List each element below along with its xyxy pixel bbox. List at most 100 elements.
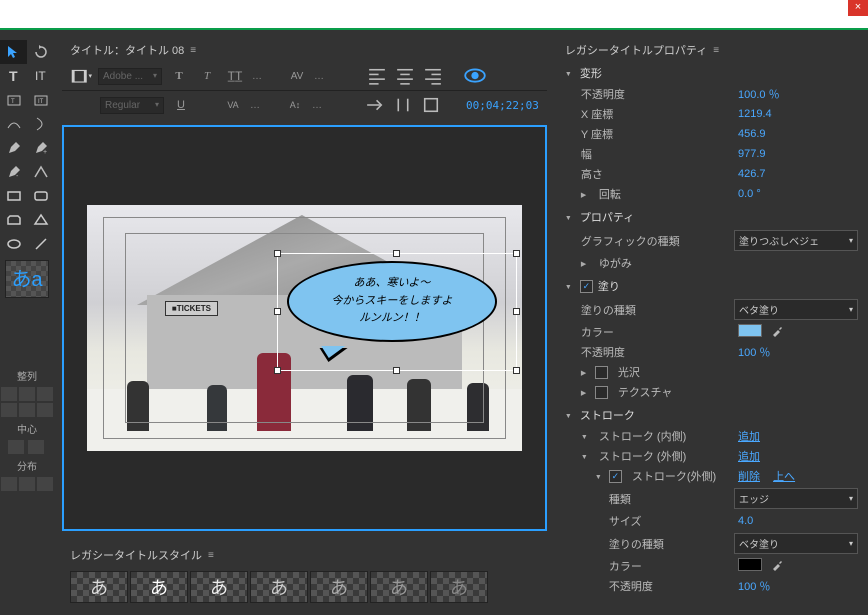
align-right[interactable] [37, 387, 53, 401]
align-hcenter[interactable] [19, 387, 35, 401]
style-thumb[interactable]: あ [370, 571, 428, 603]
italic-button[interactable]: T [196, 66, 218, 86]
clipped-rectangle-tool[interactable] [0, 208, 27, 232]
handle-ml[interactable] [274, 308, 281, 315]
xpos-value[interactable]: 1219.4 [738, 108, 858, 120]
ypos-value[interactable]: 456.9 [738, 128, 858, 140]
stroke-opacity-value[interactable]: 100 ％ [738, 578, 858, 594]
delete-stroke-link[interactable]: 削除 [738, 471, 760, 483]
bold-button[interactable]: T [168, 66, 190, 86]
move-up-stroke-link[interactable]: 上へ [773, 471, 795, 483]
align-vcenter[interactable] [19, 403, 35, 417]
leading-button[interactable]: VA [222, 95, 244, 115]
styles-menu-icon[interactable]: ≡ [208, 550, 214, 561]
graphic-type-select[interactable]: 塗りつぶしベジェ▾ [734, 230, 858, 251]
style-thumb[interactable]: あ [70, 571, 128, 603]
rotate-tool[interactable] [27, 40, 54, 64]
chevron-down-icon[interactable] [595, 472, 605, 481]
props-menu-icon[interactable]: ≡ [713, 45, 719, 56]
font-size-button[interactable]: T̲T̲ [224, 66, 246, 86]
add-anchor-tool[interactable]: + [27, 136, 54, 160]
add-inner-stroke-link[interactable]: 追加 [738, 431, 760, 443]
align-left[interactable] [1, 387, 17, 401]
canvas-viewport[interactable]: ■TICKETS ああ、寒いよ～ 今からスキーをしますよ ルンルン！！ [62, 125, 547, 531]
path-text-tool[interactable] [0, 112, 27, 136]
align-center-button[interactable] [394, 66, 416, 86]
delete-anchor-tool[interactable]: - [0, 160, 27, 184]
line-tool[interactable] [27, 232, 54, 256]
style-thumb[interactable]: あ [310, 571, 368, 603]
ellipse-tool[interactable] [0, 232, 27, 256]
rotation-value[interactable]: 0.0 ° [738, 188, 858, 200]
tab-button-2[interactable] [392, 95, 414, 115]
selection-bounds[interactable] [277, 253, 517, 371]
texture-checkbox[interactable] [595, 386, 608, 399]
selection-tool[interactable] [0, 40, 27, 64]
area-text-tool[interactable]: T [0, 88, 27, 112]
font-style-select[interactable]: Regular ▾ [100, 97, 164, 114]
fill-type-select[interactable]: ベタ塗り▾ [734, 299, 858, 320]
handle-bl[interactable] [274, 367, 281, 374]
eyedropper-icon[interactable] [771, 328, 783, 340]
handle-br[interactable] [513, 367, 520, 374]
height-value[interactable]: 426.7 [738, 168, 858, 180]
v-path-text-tool[interactable] [27, 112, 54, 136]
show-video-button[interactable] [464, 66, 486, 86]
handle-mr[interactable] [513, 308, 520, 315]
chevron-right-icon[interactable] [581, 368, 591, 377]
horizontal-text-tool[interactable]: T [0, 64, 27, 88]
close-button[interactable]: × [848, 0, 868, 16]
kerning-field[interactable]: … [314, 71, 342, 82]
chevron-right-icon[interactable] [581, 259, 591, 268]
align-left-button[interactable] [366, 66, 388, 86]
font-size-field[interactable]: … [252, 71, 280, 82]
handle-bm[interactable] [393, 367, 400, 374]
width-value[interactable]: 977.9 [738, 148, 858, 160]
fill-opacity-value[interactable]: 100 ％ [738, 344, 858, 360]
tab-button-3[interactable] [420, 95, 442, 115]
handle-tm[interactable] [393, 250, 400, 257]
stroke-outer-checkbox[interactable]: ✓ [609, 470, 622, 483]
dist-2[interactable] [19, 477, 35, 491]
chevron-right-icon[interactable] [581, 190, 591, 199]
rectangle-tool[interactable] [0, 184, 27, 208]
property-section-header[interactable]: プロパティ [565, 206, 858, 228]
eyedropper-icon[interactable] [771, 562, 783, 574]
vertical-text-tool[interactable]: IT [27, 64, 54, 88]
stroke-section-header[interactable]: ストローク [565, 404, 858, 426]
current-style-preview[interactable]: あa [5, 260, 49, 298]
tracking-field[interactable]: … [312, 100, 340, 111]
convert-anchor-tool[interactable] [27, 160, 54, 184]
tracking-button[interactable]: A↕ [284, 95, 306, 115]
vertical-area-text-tool[interactable]: IT [27, 88, 54, 112]
title-canvas[interactable]: ■TICKETS ああ、寒いよ～ 今からスキーをしますよ ルンルン！！ [87, 205, 522, 451]
fill-checkbox[interactable]: ✓ [580, 280, 593, 293]
pen-tool[interactable] [0, 136, 27, 160]
stroke-size-value[interactable]: 4.0 [738, 515, 858, 527]
style-thumb[interactable]: あ [250, 571, 308, 603]
underline-button[interactable]: U [170, 95, 192, 115]
align-right-button[interactable] [422, 66, 444, 86]
chevron-down-icon[interactable] [581, 452, 591, 461]
fill-color-swatch[interactable] [738, 324, 762, 337]
chevron-right-icon[interactable] [581, 388, 591, 397]
panel-menu-icon[interactable]: ≡ [190, 45, 196, 56]
style-thumb[interactable]: あ [430, 571, 488, 603]
transform-section-header[interactable]: 変形 [565, 62, 858, 84]
center-h[interactable] [28, 440, 44, 454]
stroke-fill-type-select[interactable]: ベタ塗り▾ [734, 533, 858, 554]
align-bottom[interactable] [37, 403, 53, 417]
style-thumb[interactable]: あ [190, 571, 248, 603]
align-top[interactable] [1, 403, 17, 417]
opacity-value[interactable]: 100.0 ％ [738, 86, 858, 102]
fill-section-header[interactable]: ✓ 塗り [565, 275, 858, 297]
font-family-select[interactable]: Adobe ... ▾ [98, 68, 162, 85]
kerning-button[interactable]: AV [286, 66, 308, 86]
handle-tl[interactable] [274, 250, 281, 257]
wedge-tool[interactable] [27, 208, 54, 232]
sheen-checkbox[interactable] [595, 366, 608, 379]
rounded-rectangle-tool[interactable] [27, 184, 54, 208]
leading-field[interactable]: … [250, 100, 278, 111]
center-v[interactable] [8, 440, 24, 454]
tab-button-1[interactable] [364, 95, 386, 115]
